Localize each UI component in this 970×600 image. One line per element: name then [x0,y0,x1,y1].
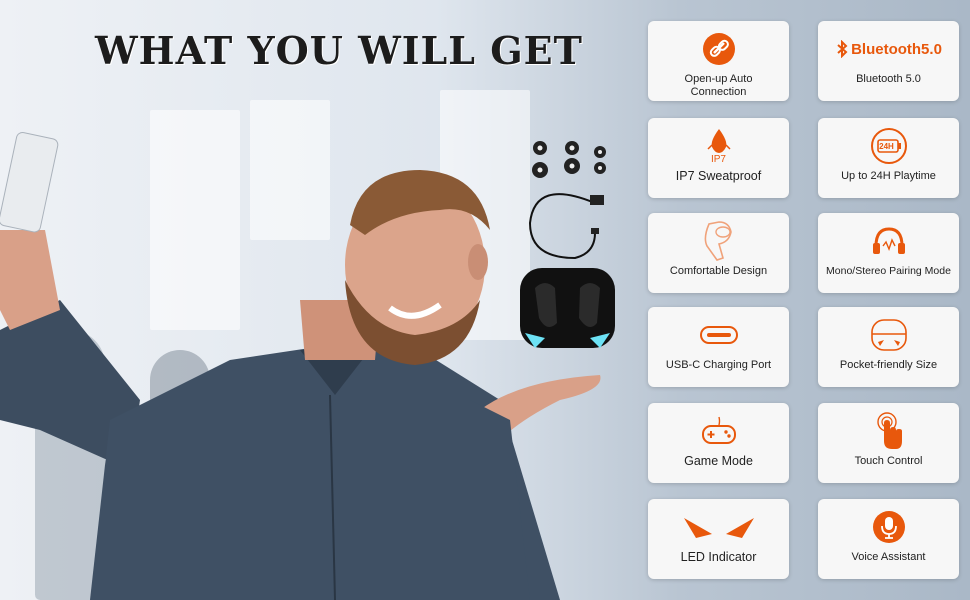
feature-card-touch-control: Touch Control [818,403,959,483]
bluetooth-icon: Bluetooth5.0 [835,29,942,69]
earbud-icon [699,221,739,261]
link-icon [699,29,739,69]
case-icon [869,315,909,355]
feature-label: Touch Control [854,455,923,467]
water-drop-icon: IP7 [699,126,739,166]
feature-card-usb-c: USB-C Charging Port [648,307,789,387]
feature-label: IP7 Sweatproof [675,169,762,183]
charging-case-icon [520,268,615,348]
feature-label: Bluetooth 5.0 [856,73,921,85]
feature-label: USB-C Charging Port [665,359,772,371]
bluetooth-logo-text: Bluetooth5.0 [851,40,942,58]
feature-card-pocket-size: Pocket-friendly Size [818,307,959,387]
product-banner: WHAT YOU WILL GET Open-up Auto Connectio… [0,0,970,600]
feature-card-game-mode: Game Mode [648,403,789,483]
touch-icon [869,411,909,451]
headphones-icon [869,221,909,261]
battery-icon: 24H [869,126,909,166]
feature-card-voice-assistant: Voice Assistant [818,499,959,579]
feature-label: Up to 24H Playtime [841,170,936,182]
feature-label: Comfortable Design [669,265,768,277]
microphone-icon [869,507,909,547]
earbuds-accessories [520,141,615,348]
feature-label: Mono/Stereo Pairing Mode [826,265,951,277]
feature-label: Pocket-friendly Size [839,359,938,371]
ear-tips-icon [532,141,606,178]
usb-c-icon [699,315,739,355]
led-eyes-icon [664,507,774,547]
ip7-badge: IP7 [710,154,726,165]
24h-badge: 24H [879,141,894,151]
feature-card-comfortable-design: Comfortable Design [648,213,789,293]
feature-card-playtime: 24H Up to 24H Playtime [818,118,959,198]
feature-card-auto-connection: Open-up Auto Connection [648,21,789,101]
usb-cable-icon [528,193,604,260]
feature-card-bluetooth: Bluetooth5.0 Bluetooth 5.0 [818,21,959,101]
feature-card-sweatproof: IP7 IP7 Sweatproof [648,118,789,198]
gamepad-icon [699,411,739,451]
feature-label: Game Mode [684,454,753,468]
feature-label: Voice Assistant [851,551,926,563]
feature-card-pairing-mode: Mono/Stereo Pairing Mode [818,213,959,293]
feature-label: LED Indicator [680,550,757,564]
feature-label: Open-up Auto Connection [684,73,753,98]
feature-card-led-indicator: LED Indicator [648,499,789,579]
